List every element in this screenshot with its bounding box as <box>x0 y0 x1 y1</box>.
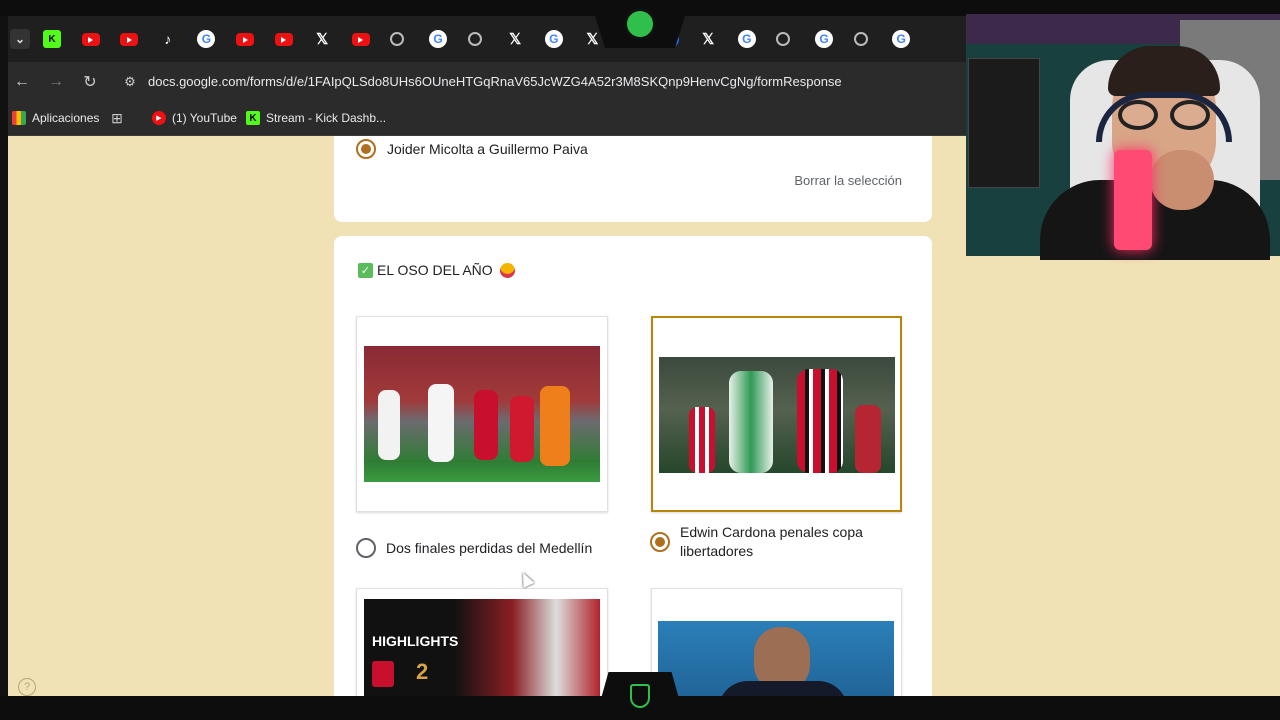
stream-frame-left <box>0 16 8 698</box>
bookmarks-bar: Aplicaciones ⊞ ▶ (1) YouTube K Stream - … <box>8 102 966 136</box>
highlights-text: HIGHLIGHTS <box>372 633 459 649</box>
previous-selected-option[interactable]: Joider Micolta a Guillermo Paiva <box>356 139 588 159</box>
youtube-icon[interactable] <box>274 33 293 46</box>
address-bar: ← → ↻ ⚙ docs.google.com/forms/d/e/1FAIpQ… <box>8 62 966 102</box>
google-icon[interactable]: G <box>429 30 447 48</box>
reload-icon[interactable]: ↻ <box>80 72 100 92</box>
apps-grid-icon <box>12 111 26 125</box>
url-field[interactable]: docs.google.com/forms/d/e/1FAIpQLSdo8UHs… <box>148 74 842 89</box>
score-text: 2 <box>416 659 429 684</box>
tab-strip: ⌄ K♪G𝕏G𝕏G𝕏Gf𝕏GGG <box>8 16 966 62</box>
kick-icon: K <box>246 111 260 125</box>
google-icon[interactable]: G <box>892 30 911 48</box>
shield-logo-icon <box>630 684 650 708</box>
google-icon[interactable]: G <box>197 30 216 48</box>
bookmark-apps-label: Aplicaciones <box>32 111 100 125</box>
globe-icon[interactable] <box>467 32 482 46</box>
previous-question-card: Joider Micolta a Guillermo Paiva Borrar … <box>334 136 932 222</box>
tab-search-dropdown[interactable]: ⌄ <box>10 29 30 49</box>
site-settings-icon[interactable]: ⚙ <box>120 72 140 92</box>
google-icon[interactable]: G <box>544 30 563 48</box>
bookmark-youtube[interactable]: ▶ (1) YouTube <box>152 111 237 125</box>
football-photo <box>659 357 895 473</box>
globe-icon[interactable] <box>853 32 868 46</box>
chrome-icon[interactable] <box>390 32 405 46</box>
microphone-icon <box>1114 150 1152 250</box>
glasses-icon <box>1118 100 1214 130</box>
x-icon[interactable]: 𝕏 <box>313 30 331 48</box>
clear-selection-button[interactable]: Borrar la selección <box>794 173 902 188</box>
youtube-icon[interactable] <box>351 33 370 46</box>
mascot-logo-icon <box>624 8 656 40</box>
google-icon[interactable]: G <box>737 30 756 48</box>
team-crest-icon <box>372 661 394 687</box>
x-icon[interactable]: 𝕏 <box>583 30 601 48</box>
x-icon[interactable]: 𝕏 <box>699 30 717 48</box>
option-image-highlights[interactable]: HIGHLIGHTS 2 <box>356 588 608 696</box>
webcam-wall-poster <box>968 58 1040 188</box>
option-label: Dos finales perdidas del Medellín <box>386 539 593 556</box>
question-title: ✓ EL OSO DEL AÑO <box>358 262 515 278</box>
bookmark-grid[interactable]: ⊞ <box>110 109 124 126</box>
back-icon[interactable]: ← <box>12 72 32 92</box>
option-image-press[interactable] <box>651 588 902 696</box>
stream-logo-bottom <box>595 672 685 720</box>
kick-icon[interactable]: K <box>43 30 61 48</box>
stream-logo-top <box>590 0 690 48</box>
option-image-cardona[interactable] <box>651 316 902 512</box>
youtube-icon[interactable] <box>236 33 254 46</box>
streamer-hand <box>1150 150 1214 210</box>
background-fill <box>966 256 1280 696</box>
press-photo <box>658 621 894 696</box>
youtube-icon: ▶ <box>152 111 166 125</box>
globe-icon[interactable] <box>776 32 791 46</box>
forward-icon[interactable]: → <box>46 72 66 92</box>
form-page: Joider Micolta a Guillermo Paiva Borrar … <box>8 136 966 696</box>
radio-button[interactable] <box>356 538 376 558</box>
bookmark-youtube-label: (1) YouTube <box>172 111 237 125</box>
youtube-icon[interactable] <box>81 33 100 46</box>
help-icon[interactable]: ? <box>18 678 36 696</box>
x-icon[interactable]: 𝕏 <box>506 30 524 48</box>
option-image-medellin[interactable] <box>356 316 608 512</box>
option-cardona[interactable]: Edwin Cardona penales copa libertadores <box>650 523 910 561</box>
bookmark-kick[interactable]: K Stream - Kick Dashb... <box>246 111 386 125</box>
bookmark-apps[interactable]: Aplicaciones <box>12 111 99 125</box>
radio-button-checked[interactable] <box>650 532 670 552</box>
checkmark-icon: ✓ <box>358 262 373 278</box>
browser-window: ⌄ K♪G𝕏G𝕏G𝕏Gf𝕏GGG ← → ↻ ⚙ docs.google.com… <box>8 16 966 696</box>
bookmark-kick-label: Stream - Kick Dashb... <box>266 111 387 125</box>
football-photo <box>364 346 600 482</box>
option-label: Joider Micolta a Guillermo Paiva <box>387 140 588 157</box>
highlights-photo: HIGHLIGHTS 2 <box>364 599 600 696</box>
option-medellin[interactable]: Dos finales perdidas del Medellín <box>356 538 616 558</box>
tiktok-icon[interactable]: ♪ <box>159 30 177 48</box>
grid-icon: ⊞ <box>111 109 123 126</box>
question-title-text: EL OSO DEL AÑO <box>377 262 493 278</box>
laughing-emoji-icon <box>499 262 515 278</box>
google-icon[interactable]: G <box>815 30 833 48</box>
youtube-icon[interactable] <box>120 33 139 46</box>
option-label: Edwin Cardona penales copa libertadores <box>680 524 863 559</box>
question-card: ✓ EL OSO DEL AÑO Dos finales perdidas de… <box>334 236 932 696</box>
radio-button-checked[interactable] <box>356 139 376 159</box>
